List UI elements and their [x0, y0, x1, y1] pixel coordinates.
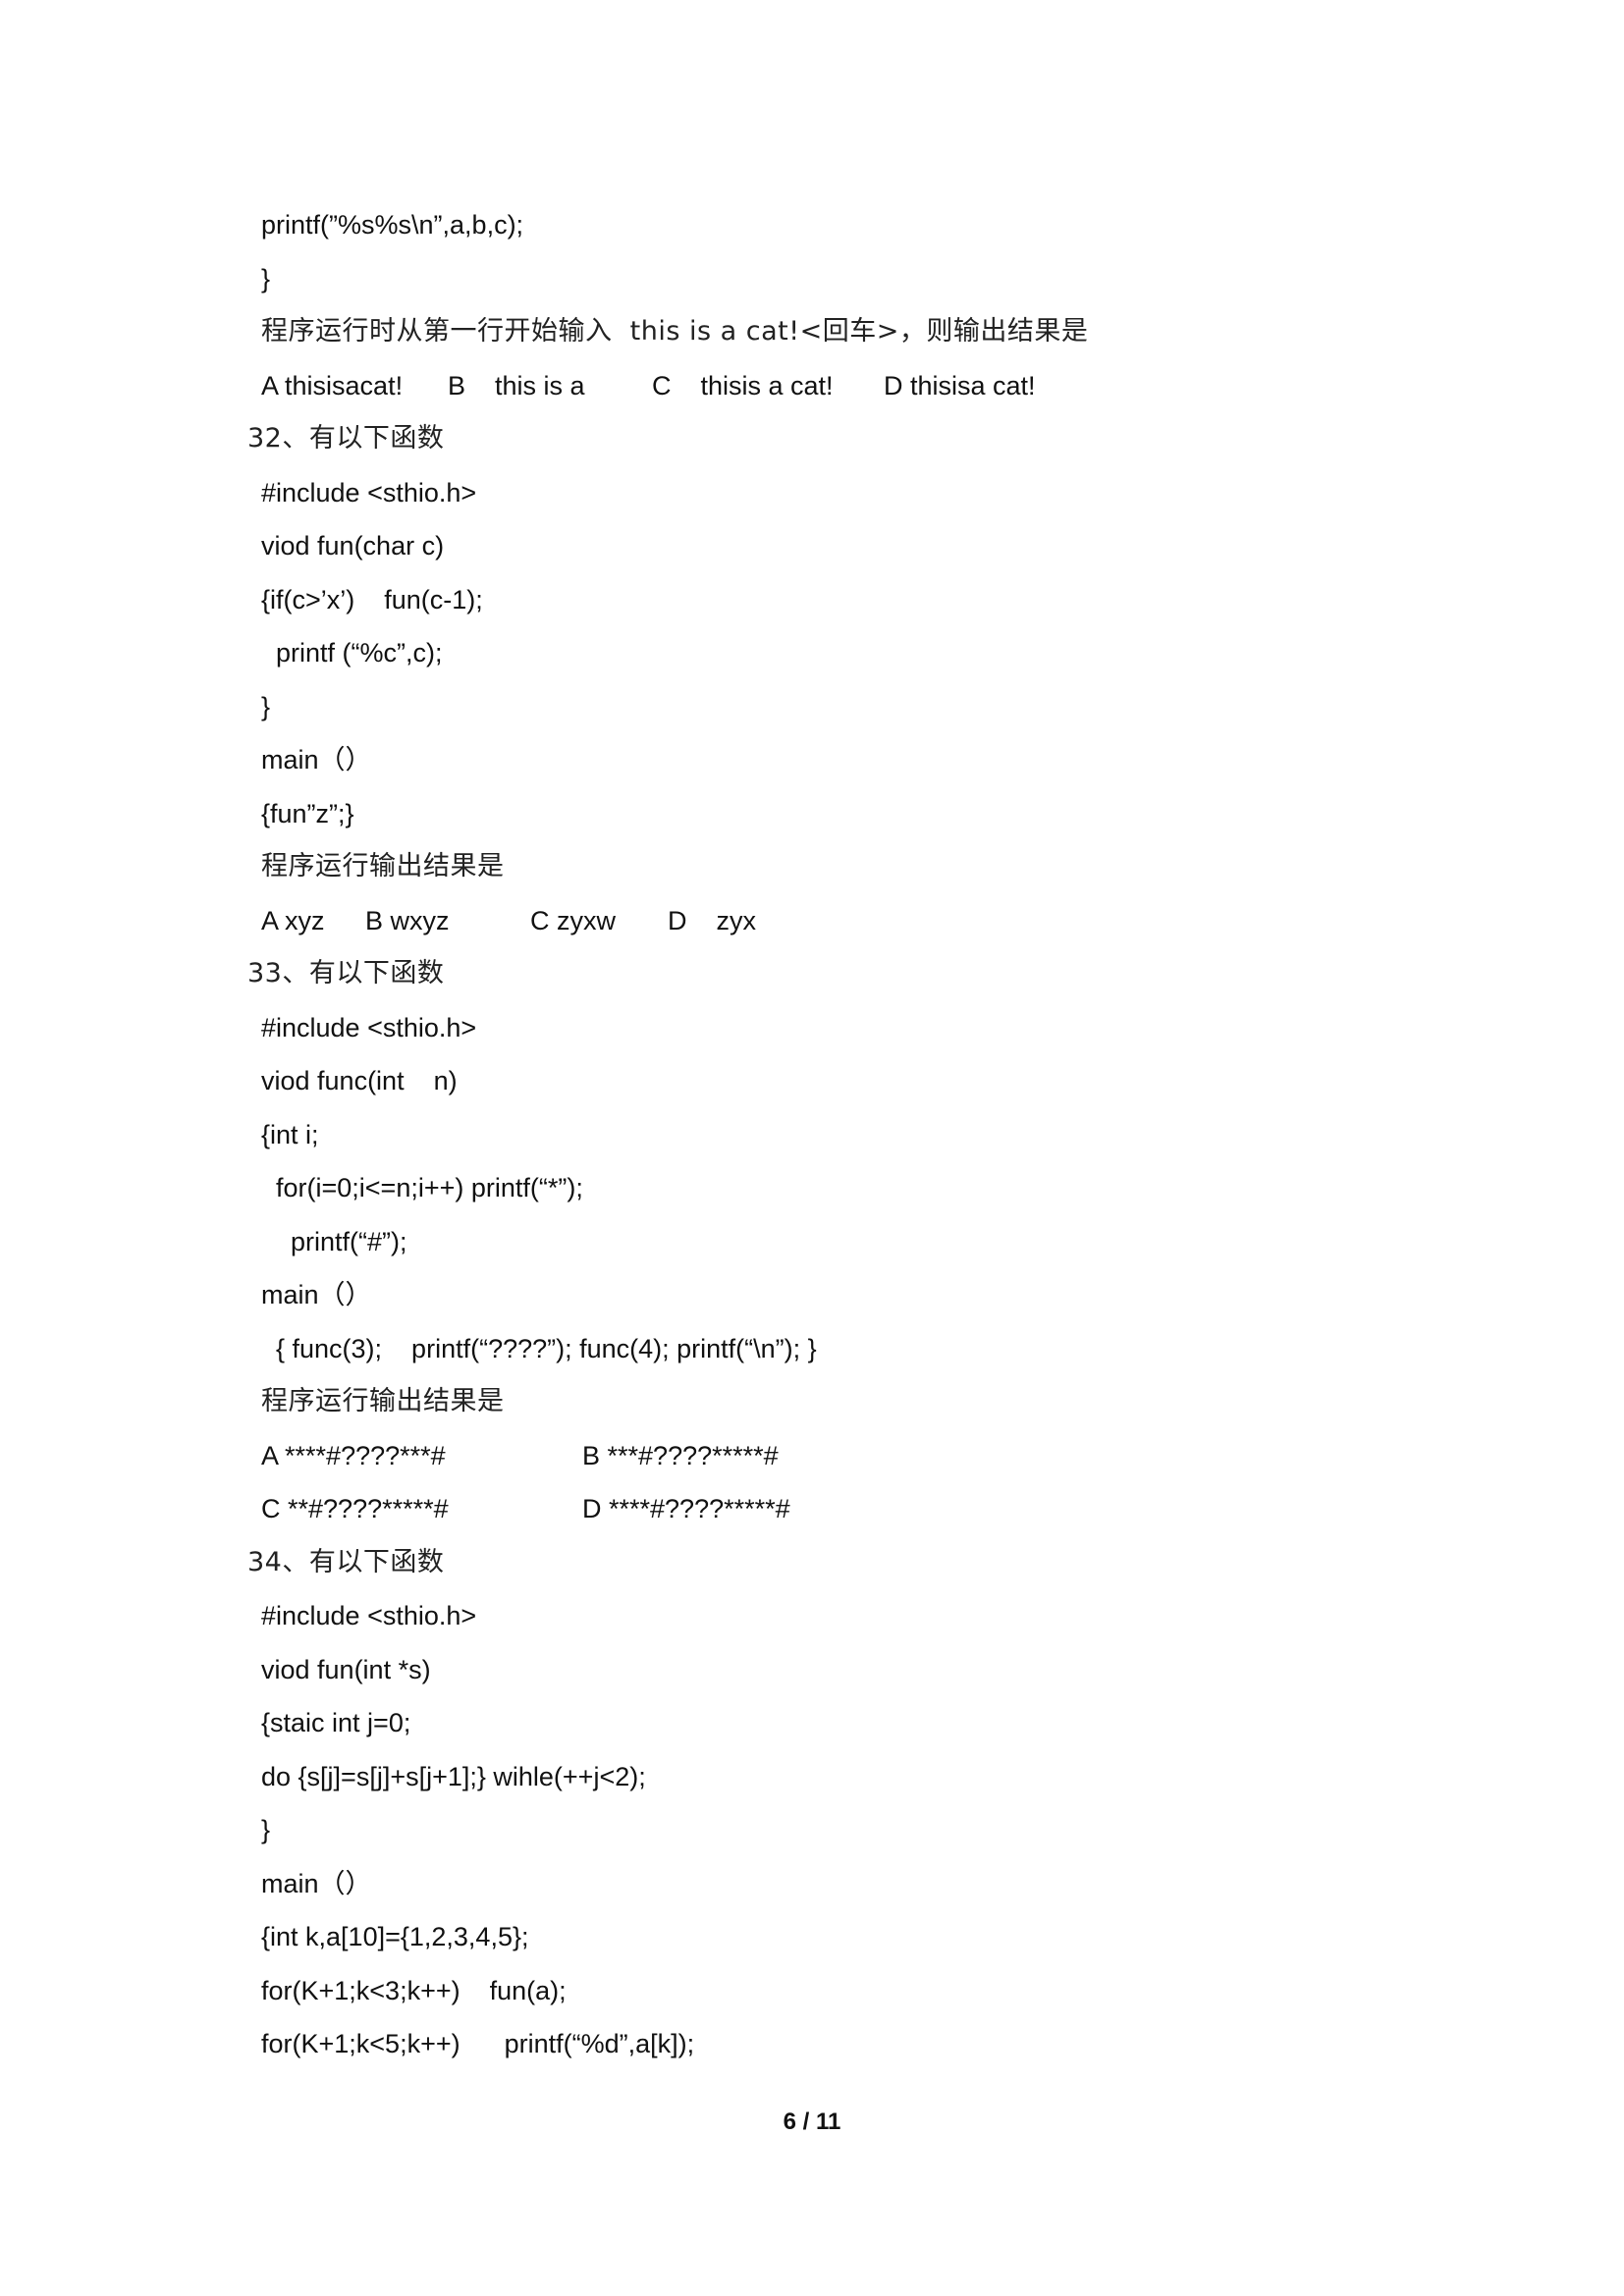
- answer-options: A xyz B wxyz C zyxw D zyx: [0, 894, 1624, 948]
- code-text: {int i;: [261, 1119, 319, 1149]
- code-text: viod fun(char c): [261, 531, 445, 561]
- code-line: do {s[j]=s[j]+s[j+1];} wihle(++j<2);: [0, 1750, 1624, 1804]
- option-c: C zyxw: [530, 905, 616, 935]
- code-line: main（）: [0, 1857, 1624, 1911]
- prompt-text: 程序运行输出结果是: [261, 1386, 505, 1416]
- code-line: #include <sthio.h>: [0, 1001, 1624, 1055]
- question-heading-33: 33、有以下函数: [0, 947, 1624, 1001]
- answer-options: A thisisacat! B this is a C thisis a cat…: [0, 359, 1624, 413]
- prompt-text: 程序运行输出结果是: [261, 851, 505, 881]
- code-text: viod func(int n): [261, 1066, 458, 1095]
- question-title: 33、有以下函数: [247, 958, 445, 988]
- question-title: 32、有以下函数: [247, 423, 445, 454]
- option-d: D zyx: [668, 905, 757, 935]
- code-line: {if(c>’x’) fun(c-1);: [0, 573, 1624, 627]
- option-d: D thisisa cat!: [884, 370, 1036, 400]
- option-a: A ****#????***#: [261, 1440, 446, 1470]
- code-text: for(K+1;k<5;k++) printf(“%d”,a[k]);: [261, 2029, 695, 2058]
- question-heading-32: 32、有以下函数: [0, 412, 1624, 466]
- code-text: #include <sthio.h>: [261, 1601, 477, 1630]
- code-text: #include <sthio.h>: [261, 1012, 477, 1042]
- code-line: main（）: [0, 1268, 1624, 1322]
- code-line: for(i=0;i<=n;i++) printf(“*”);: [0, 1161, 1624, 1215]
- question-prompt: 程序运行输出结果是: [0, 1375, 1624, 1429]
- code-text: }: [261, 263, 271, 294]
- code-line: viod fun(int *s): [0, 1643, 1624, 1697]
- code-text: printf(”%s%s\n”,a,b,c);: [261, 210, 524, 240]
- code-line: }: [0, 1803, 1624, 1857]
- code-line: #include <sthio.h>: [0, 466, 1624, 520]
- code-text: for(K+1;k<3;k++) fun(a);: [261, 1975, 567, 2005]
- code-text: }: [261, 1815, 271, 1844]
- code-text: printf (“%c”,c);: [276, 638, 443, 667]
- code-text: #include <sthio.h>: [261, 477, 477, 507]
- option-c: C thisis a cat!: [652, 370, 834, 400]
- code-line: {int k,a[10]={1,2,3,4,5};: [0, 1910, 1624, 1964]
- code-text: { func(3); printf(“????”); func(4); prin…: [276, 1333, 817, 1363]
- code-line: viod fun(char c): [0, 519, 1624, 573]
- option-a: A xyz: [261, 905, 325, 935]
- code-line: viod func(int n): [0, 1054, 1624, 1108]
- answer-options: A ****#????***# B ***#????*****#: [0, 1429, 1624, 1483]
- option-d: D ****#????*****#: [582, 1494, 790, 1523]
- code-text: {int k,a[10]={1,2,3,4,5};: [261, 1922, 529, 1951]
- code-line: {fun”z”;}: [0, 787, 1624, 841]
- code-line: printf(”%s%s\n”,a,b,c);: [0, 198, 1624, 252]
- code-text: main（）: [261, 1280, 372, 1309]
- code-line: printf (“%c”,c);: [0, 626, 1624, 680]
- code-text: viod fun(int *s): [261, 1654, 431, 1684]
- code-line: for(K+1;k<3;k++) fun(a);: [0, 1964, 1624, 2018]
- code-text: main（）: [261, 745, 372, 774]
- code-text: {staic int j=0;: [261, 1708, 411, 1737]
- page-body: printf(”%s%s\n”,a,b,c); } 程序运行时从第一行开始输入 …: [0, 198, 1624, 2071]
- code-line: }: [0, 680, 1624, 734]
- code-line: {int i;: [0, 1108, 1624, 1162]
- answer-options: C **#????*****# D ****#????*****#: [0, 1482, 1624, 1536]
- code-line: { func(3); printf(“????”); func(4); prin…: [0, 1322, 1624, 1376]
- code-text: {if(c>’x’) fun(c-1);: [261, 584, 483, 614]
- question-prompt: 程序运行输出结果是: [0, 840, 1624, 894]
- question-heading-34: 34、有以下函数: [0, 1536, 1624, 1590]
- code-text: printf(“#”);: [291, 1226, 407, 1256]
- option-b: B this is a: [448, 370, 585, 400]
- code-text: }: [261, 691, 271, 721]
- code-line: }: [0, 252, 1624, 306]
- option-b: B wxyz: [365, 905, 450, 935]
- code-text: for(i=0;i<=n;i++) printf(“*”);: [276, 1173, 583, 1202]
- option-b: B ***#????*****#: [582, 1440, 779, 1470]
- option-c: C **#????*****#: [261, 1494, 449, 1523]
- question-title: 34、有以下函数: [247, 1546, 445, 1577]
- code-text: do {s[j]=s[j]+s[j+1];} wihle(++j<2);: [261, 1761, 646, 1791]
- code-line: printf(“#”);: [0, 1215, 1624, 1269]
- page-number: 6 / 11: [783, 2109, 841, 2135]
- question-prompt: 程序运行时从第一行开始输入 this is a cat!<回车>，则输出结果是: [0, 305, 1624, 359]
- code-line: for(K+1;k<5;k++) printf(“%d”,a[k]);: [0, 2017, 1624, 2071]
- code-line: main（）: [0, 733, 1624, 787]
- document-page: printf(”%s%s\n”,a,b,c); } 程序运行时从第一行开始输入 …: [0, 0, 1624, 2296]
- prompt-text: 程序运行时从第一行开始输入 this is a cat!<回车>，则输出结果是: [261, 316, 1089, 347]
- code-line: #include <sthio.h>: [0, 1589, 1624, 1643]
- option-a: A thisisacat!: [261, 370, 404, 400]
- code-text: {fun”z”;}: [261, 798, 354, 828]
- code-line: {staic int j=0;: [0, 1696, 1624, 1750]
- code-text: main（）: [261, 1868, 372, 1898]
